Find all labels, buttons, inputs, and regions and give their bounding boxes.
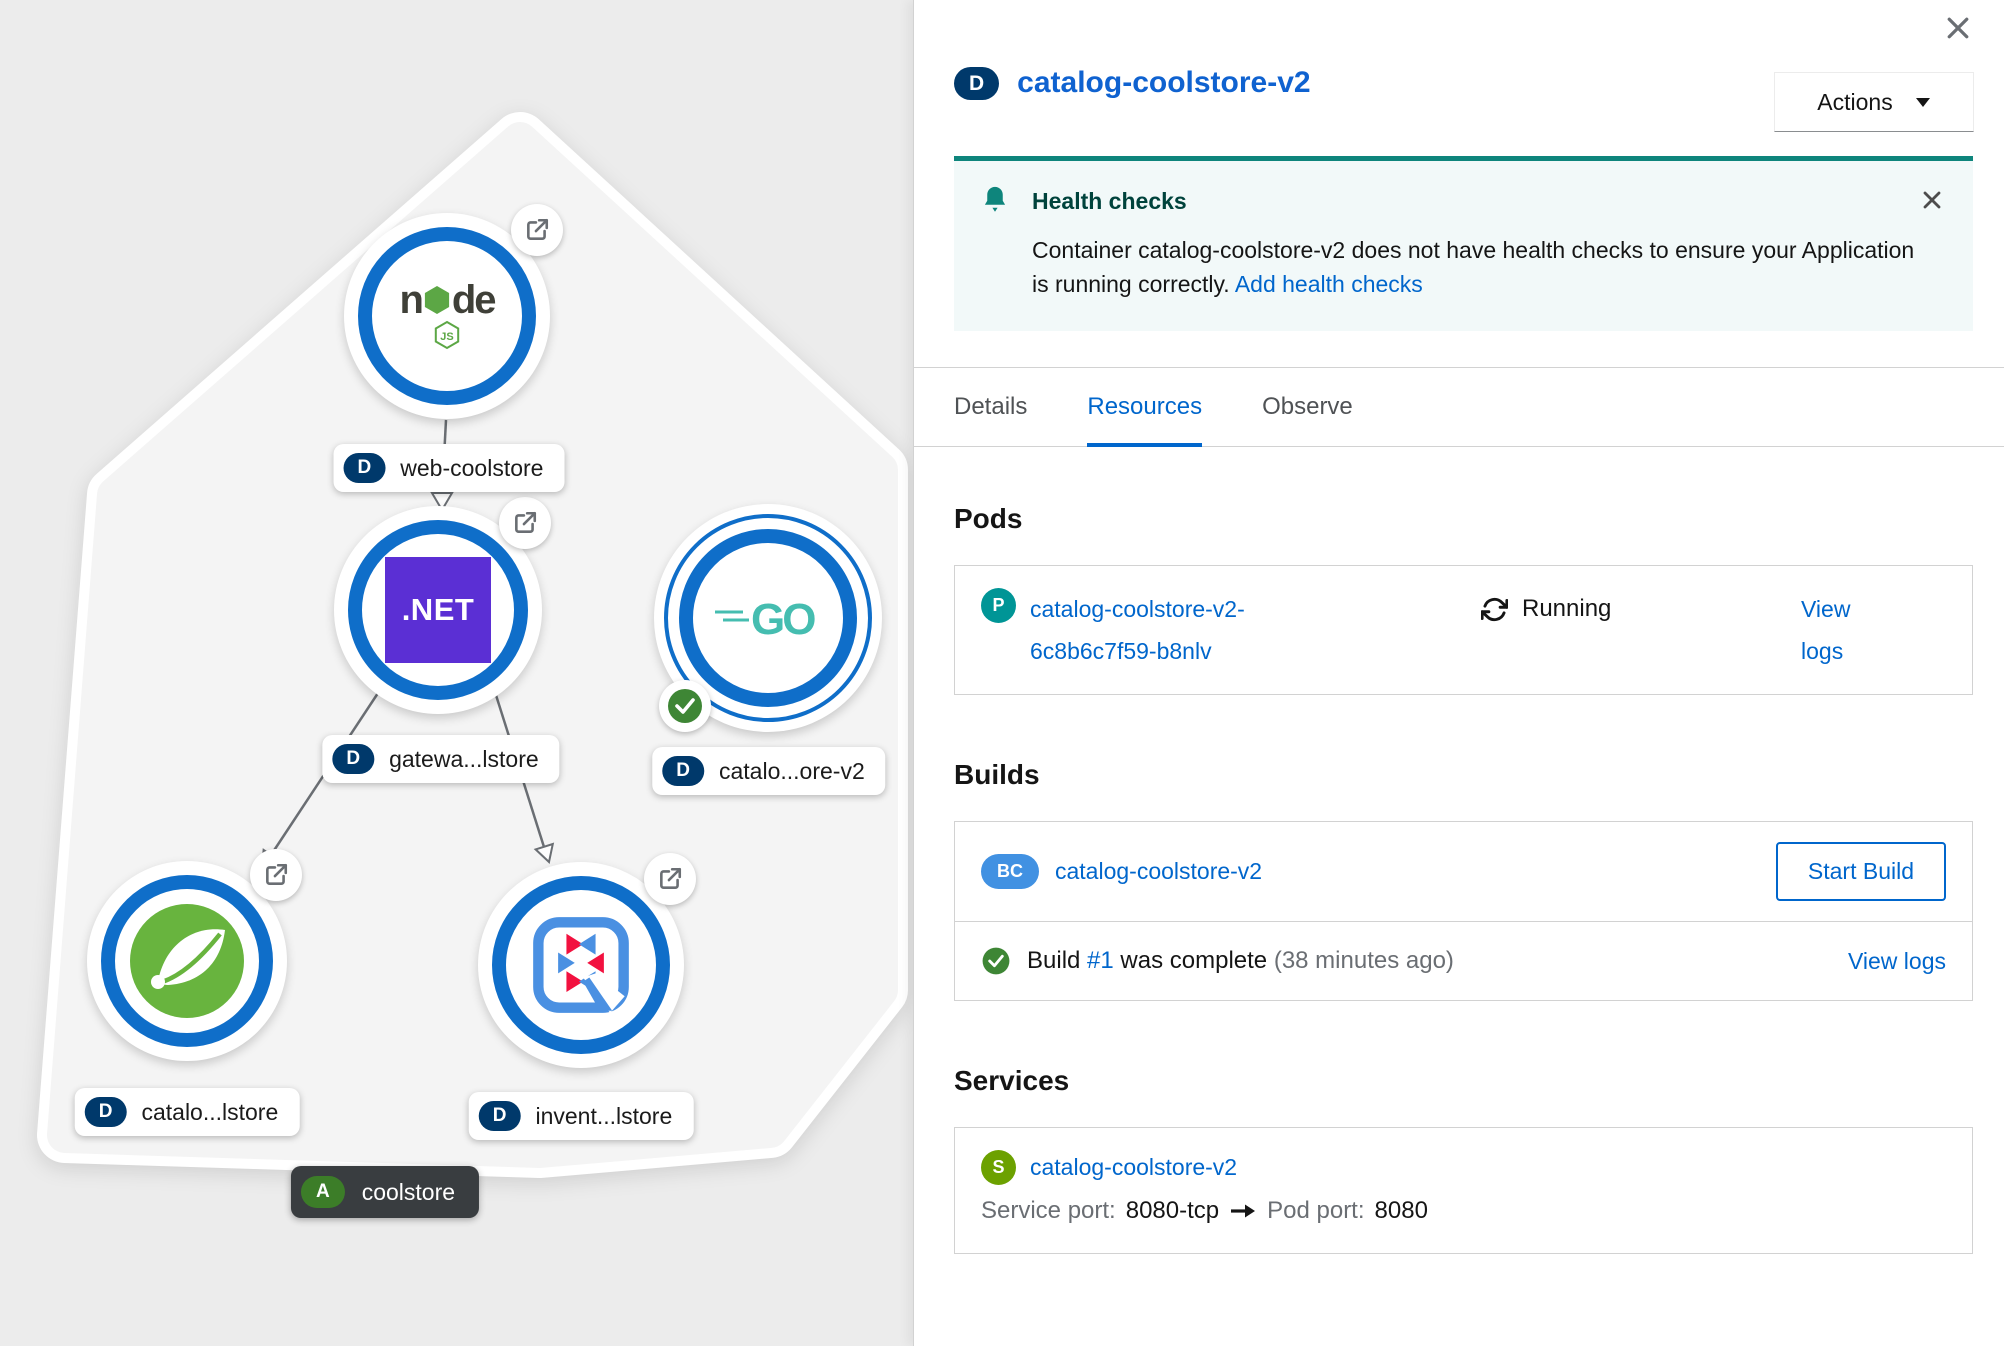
external-link-decorator[interactable]	[499, 497, 551, 549]
pod-port-label: Pod port:	[1267, 1197, 1364, 1225]
pod-badge: P	[981, 588, 1016, 623]
deployment-badge: D	[85, 1097, 127, 1127]
check-circle-icon	[981, 946, 1011, 976]
service-port-label: Service port:	[981, 1197, 1116, 1225]
service-badge: S	[981, 1150, 1016, 1185]
add-health-checks-link[interactable]: Add health checks	[1235, 271, 1423, 297]
node-label-text: invent...lstore	[535, 1103, 672, 1130]
pod-view-logs-link[interactable]: View logs	[1801, 588, 1850, 672]
node-label-inventory-coolstore[interactable]: D invent...lstore	[469, 1092, 694, 1140]
tab-details[interactable]: Details	[954, 368, 1027, 446]
svg-text:GO: GO	[751, 595, 815, 644]
close-icon	[1943, 13, 1973, 43]
node-label-web-coolstore[interactable]: D web-coolstore	[334, 444, 565, 492]
right-arrow-icon	[1229, 1202, 1257, 1220]
pod-status-text: Running	[1522, 595, 1611, 623]
external-link-decorator[interactable]	[644, 853, 696, 905]
node-label-catalog-coolstore[interactable]: D catalo...lstore	[75, 1088, 300, 1136]
check-circle-icon	[666, 687, 704, 725]
application-label-coolstore[interactable]: A coolstore	[291, 1166, 479, 1218]
external-link-icon	[524, 217, 550, 243]
build-time-ago: (38 minutes ago)	[1274, 947, 1454, 974]
sync-icon	[1481, 596, 1508, 623]
nodejs-logo: n de JS	[399, 282, 494, 350]
service-port-value: 8080-tcp	[1126, 1197, 1219, 1225]
close-panel-button[interactable]	[1938, 8, 1978, 48]
bell-icon	[980, 185, 1010, 217]
build-config-row: BC catalog-coolstore-v2 Start Build	[955, 822, 1972, 921]
panel-tabs: Details Resources Observe	[914, 367, 2004, 447]
builds-heading: Builds	[954, 759, 1973, 791]
build-status-text: Build #1 was complete (38 minutes ago)	[1027, 947, 1454, 975]
success-decorator[interactable]	[659, 680, 711, 732]
go-logo: GO	[711, 592, 825, 644]
service-ports: Service port: 8080-tcp Pod port: 8080	[981, 1197, 1946, 1225]
deployment-badge: D	[332, 744, 374, 774]
service-link[interactable]: catalog-coolstore-v2	[1030, 1154, 1237, 1181]
pods-heading: Pods	[954, 503, 1973, 535]
pod-link[interactable]: catalog-coolstore-v2-6c8b6c7f59-b8nlv	[1030, 588, 1330, 672]
node-label-gateway-coolstore[interactable]: D gatewa...lstore	[322, 735, 559, 783]
build-card: BC catalog-coolstore-v2 Start Build Buil…	[954, 821, 1973, 1001]
build-status-row: Build #1 was complete (38 minutes ago) V…	[955, 921, 1972, 1000]
build-config-link[interactable]: catalog-coolstore-v2	[1055, 858, 1262, 885]
start-build-button[interactable]: Start Build	[1776, 842, 1946, 901]
external-link-decorator[interactable]	[250, 849, 302, 901]
tab-resources[interactable]: Resources	[1087, 368, 1202, 446]
external-link-icon	[512, 510, 538, 536]
node-label-text: catalo...lstore	[141, 1099, 278, 1126]
dotnet-logo: .NET	[385, 557, 491, 663]
page-title[interactable]: catalog-coolstore-v2	[1017, 66, 1310, 100]
quarkus-logo	[529, 913, 633, 1017]
alert-body-text: Container catalog-coolstore-v2 does not …	[1032, 237, 1914, 297]
health-checks-alert: Health checks Container catalog-coolstor…	[954, 156, 1973, 331]
actions-dropdown-button[interactable]: Actions	[1774, 72, 1974, 132]
spring-logo	[127, 901, 247, 1021]
side-panel: D catalog-coolstore-v2 Actions Health ch…	[913, 0, 2004, 1346]
actions-label: Actions	[1817, 89, 1892, 116]
pod-row: P catalog-coolstore-v2-6c8b6c7f59-b8nlv …	[955, 566, 1972, 694]
close-icon	[1920, 188, 1944, 212]
external-link-icon	[263, 862, 289, 888]
build-number-link[interactable]: #1	[1087, 947, 1114, 974]
alert-title: Health checks	[1032, 188, 1187, 215]
node-label-text: catalo...ore-v2	[719, 758, 865, 785]
svg-text:JS: JS	[440, 331, 453, 343]
node-label-text: gatewa...lstore	[389, 746, 539, 773]
panel-header: D catalog-coolstore-v2	[954, 66, 1754, 100]
service-card: S catalog-coolstore-v2 Service port: 808…	[954, 1127, 1973, 1254]
caret-down-icon	[1915, 97, 1931, 108]
services-heading: Services	[954, 1065, 1973, 1097]
node-label-catalog-coolstore-v2[interactable]: D catalo...ore-v2	[652, 747, 885, 795]
deployment-badge: D	[344, 453, 386, 483]
node-label-text: web-coolstore	[400, 455, 543, 482]
deployment-badge: D	[479, 1101, 521, 1131]
build-config-badge: BC	[981, 854, 1039, 889]
application-label-text: coolstore	[362, 1179, 455, 1206]
alert-close-button[interactable]	[1915, 183, 1949, 217]
topology-canvas[interactable]: n de JS .NET GO	[0, 0, 913, 1346]
pod-port-value: 8080	[1375, 1197, 1428, 1225]
pod-card: P catalog-coolstore-v2-6c8b6c7f59-b8nlv …	[954, 565, 1973, 695]
application-badge: A	[301, 1176, 345, 1208]
build-view-logs-link[interactable]: View logs	[1848, 948, 1946, 975]
deployment-badge: D	[662, 756, 704, 786]
deployment-badge: D	[954, 67, 999, 100]
external-link-decorator[interactable]	[511, 204, 563, 256]
external-link-icon	[657, 866, 683, 892]
tab-observe[interactable]: Observe	[1262, 368, 1353, 446]
